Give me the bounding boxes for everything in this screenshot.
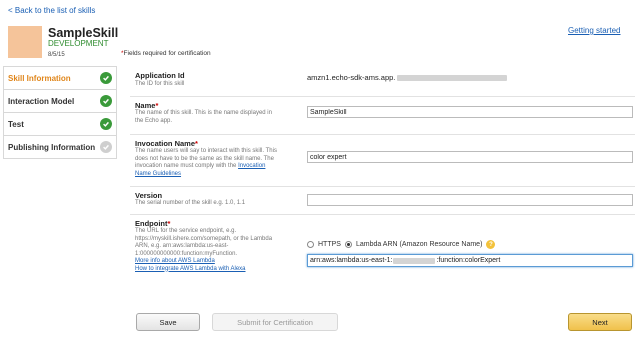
- skill-date: 8/5/15: [48, 52, 65, 58]
- check-icon: [100, 141, 112, 153]
- required-star: *: [195, 139, 198, 148]
- name-desc: The name of this skill. This is the name…: [135, 110, 272, 124]
- sidebar-item-publishing-information[interactable]: Publishing Information: [4, 136, 116, 159]
- check-icon: [100, 95, 112, 107]
- application-id-row: Application Id The ID for this skill amz…: [130, 64, 635, 97]
- save-button[interactable]: Save: [136, 313, 200, 331]
- invocation-name-label-text: Invocation Name: [135, 139, 196, 148]
- sidebar-item-test[interactable]: Test: [4, 113, 116, 136]
- lambda-arn-radio-label: Lambda ARN (Amazon Resource Name): [355, 241, 483, 248]
- version-label: Version: [135, 191, 163, 200]
- endpoint-label: Endpoint*: [135, 219, 170, 228]
- endpoint-desc-text: The URL for the service endpoint, e.g. h…: [135, 228, 273, 257]
- submit-for-certification-button[interactable]: Submit for Certification: [212, 313, 338, 331]
- sidebar-item-label: Test: [8, 119, 24, 129]
- endpoint-arn-suffix: :function:colorExpert: [436, 257, 501, 264]
- https-radio[interactable]: [307, 241, 314, 248]
- sidebar-item-label: Skill Information: [8, 73, 71, 83]
- required-star: *: [167, 219, 171, 228]
- sidebar-item-interaction-model[interactable]: Interaction Model: [4, 90, 116, 113]
- invocation-name-input[interactable]: [307, 151, 633, 163]
- name-input[interactable]: [307, 106, 633, 118]
- aws-lambda-info-link[interactable]: More info about AWS Lambda: [135, 258, 215, 264]
- application-id-value: amzn1.echo-sdk-ams.app.: [307, 73, 508, 82]
- endpoint-type-radios: HTTPS Lambda ARN (Amazon Resource Name) …: [307, 240, 496, 249]
- skill-name: SampleSkill: [48, 26, 119, 40]
- sidebar-item-label: Interaction Model: [8, 96, 75, 106]
- version-row: Version The serial number of the skill e…: [130, 186, 635, 215]
- version-desc: The serial number of the skill e.g. 1.0,…: [135, 200, 246, 206]
- integrate-lambda-link[interactable]: How to integrate AWS Lambda with Alexa: [135, 266, 246, 272]
- sidebar-item-label: Publishing Information: [8, 142, 96, 152]
- endpoint-arn-prefix: arn:aws:lambda:us-east-1:: [310, 257, 393, 264]
- endpoint-desc: The URL for the service endpoint, e.g. h…: [135, 228, 281, 273]
- back-to-skills-link[interactable]: < Back to the list of skills: [8, 6, 95, 15]
- version-input[interactable]: [307, 194, 633, 206]
- lambda-arn-radio[interactable]: [344, 241, 352, 248]
- invocation-name-label: Invocation Name*: [135, 139, 198, 148]
- next-button[interactable]: Next: [568, 313, 632, 331]
- name-row: Name* The name of this skill. This is th…: [130, 96, 635, 135]
- redacted-block: [397, 75, 508, 82]
- application-id-label: Application Id: [135, 71, 185, 80]
- sidebar-item-skill-information[interactable]: Skill Information: [4, 67, 116, 90]
- invocation-name-row: Invocation Name* The name users will say…: [130, 134, 635, 187]
- required-note-text: Fields required for certification: [123, 50, 211, 57]
- endpoint-label-text: Endpoint: [135, 219, 168, 228]
- help-icon[interactable]: ?: [486, 240, 496, 249]
- skill-stage: DEVELOPMENT: [48, 39, 109, 48]
- name-label-text: Name: [135, 101, 156, 110]
- invocation-name-desc: The name users will say to interact with…: [135, 148, 281, 178]
- redacted-block: [393, 257, 436, 264]
- https-radio-label: HTTPS: [318, 241, 341, 248]
- endpoint-arn-input[interactable]: arn:aws:lambda:us-east-1: :function:color…: [307, 254, 633, 267]
- getting-started-link[interactable]: Getting started: [568, 26, 620, 35]
- required-star: *: [155, 101, 159, 110]
- endpoint-row: Endpoint* The URL for the service endpoi…: [130, 214, 635, 294]
- check-icon: [100, 118, 112, 130]
- skill-icon: [8, 26, 42, 58]
- application-id-desc: The ID for this skill: [135, 81, 185, 87]
- check-icon: [100, 72, 112, 84]
- sidebar-nav: Skill Information Interaction Model Test…: [3, 66, 117, 159]
- name-label: Name*: [135, 101, 158, 110]
- required-note: *Fields required for certification: [121, 50, 211, 57]
- application-id-prefix: amzn1.echo-sdk-ams.app.: [307, 73, 396, 82]
